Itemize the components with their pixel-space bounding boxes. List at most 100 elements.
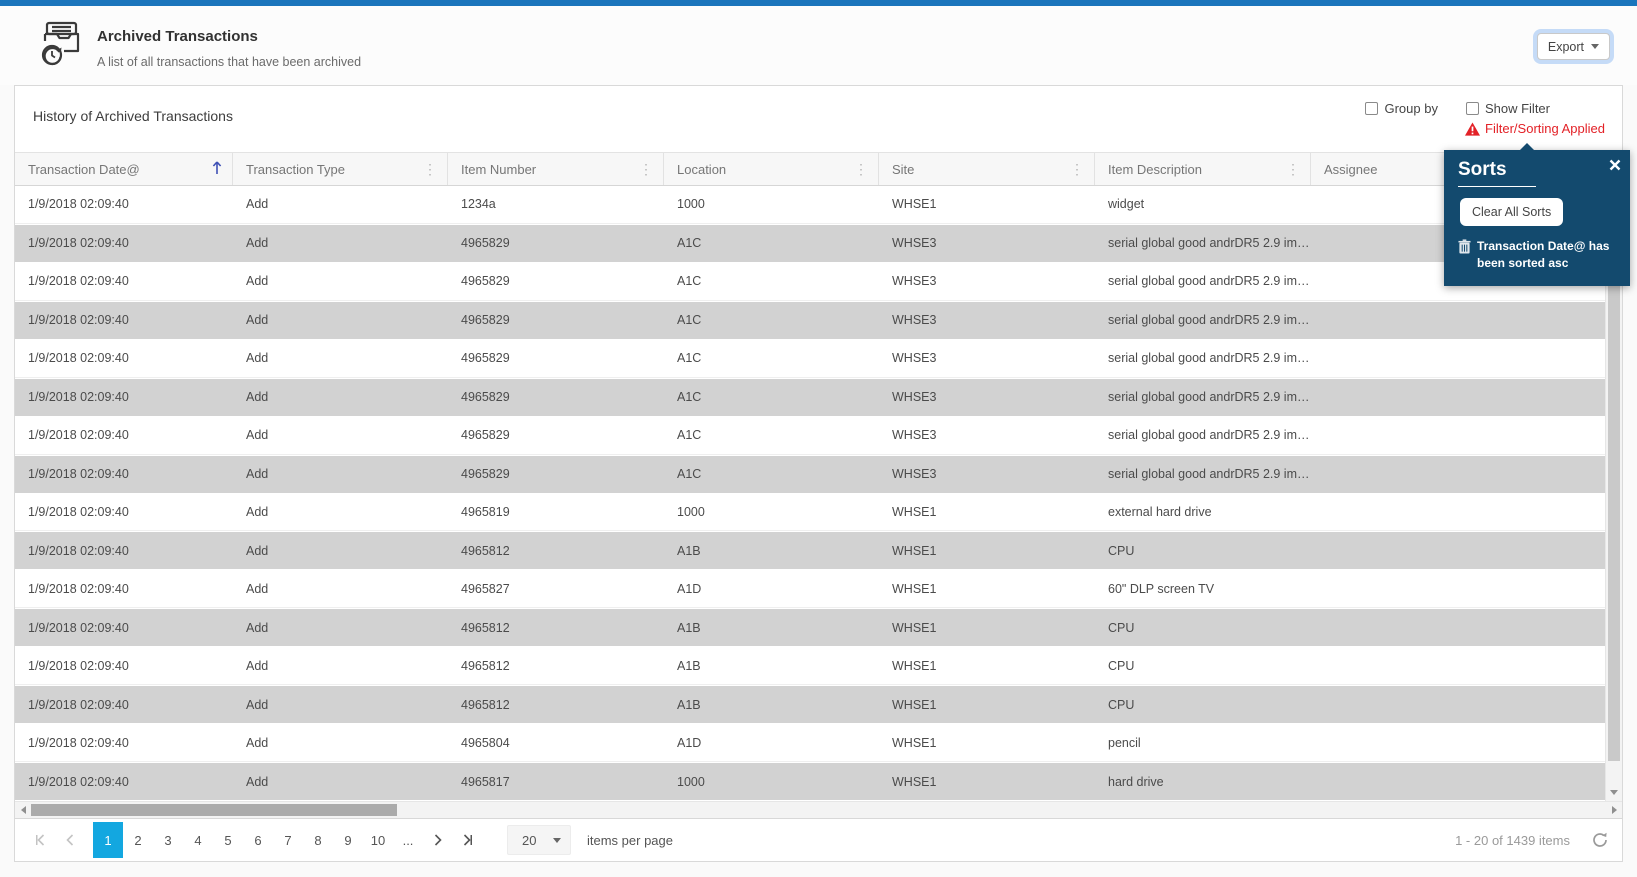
table-row[interactable]: 1/9/2018 02:09:40 Add 4965829 A1C WHSE3 seria… (15, 300, 1605, 340)
group-by-checkbox[interactable] (1365, 102, 1379, 115)
pager-page-5[interactable]: 5 (213, 822, 243, 858)
column-menu-icon[interactable]: ⋮ (1286, 161, 1300, 178)
panel-title: History of Archived Transactions (33, 108, 233, 124)
table-cell: A1B (677, 697, 701, 712)
trash-icon[interactable] (1458, 239, 1471, 273)
table-cell: Add (246, 236, 269, 251)
column-header-site[interactable]: Site ⋮ (879, 153, 1095, 185)
horizontal-scrollbar[interactable] (15, 801, 1622, 818)
sorts-popup: Sorts Clear All Sorts Transaction Date@ … (1444, 143, 1630, 286)
table-row[interactable]: 1/9/2018 02:09:40 Add 4965812 A1B WHSE1 CPU (15, 531, 1605, 571)
table-cell: Add (246, 504, 269, 519)
table-cell: WHSE1 (892, 197, 937, 212)
history-panel: History of Archived Transactions Transac… (14, 85, 1623, 862)
table-cell: 1/9/2018 02:09:40 (28, 504, 129, 519)
table-row[interactable]: 1/9/2018 02:09:40 Add 4965819 1000 WHSE1 exte… (15, 493, 1605, 532)
column-label: Assignee (1324, 161, 1378, 177)
table-cell: WHSE3 (892, 274, 937, 289)
page-size-value: 20 (522, 832, 537, 848)
pager-summary: 1 - 20 of 1439 items (1455, 832, 1570, 848)
sort-rule-item: Transaction Date@ has been sorted asc (1458, 238, 1618, 273)
scroll-down-button[interactable] (1606, 784, 1622, 801)
table-cell: Add (246, 428, 269, 443)
scroll-left-button[interactable] (15, 802, 31, 818)
table-row[interactable]: 1/9/2018 02:09:40 Add 4965829 A1C WHSE3 seria… (15, 416, 1605, 455)
next-page-button[interactable] (427, 822, 449, 858)
column-header-item-description[interactable]: Item Description ⋮ (1095, 153, 1311, 185)
table-row[interactable]: 1/9/2018 02:09:40 Add 4965829 A1C WHSE3 seria… (15, 454, 1605, 494)
table-cell: 60" DLP screen TV (1108, 581, 1215, 596)
page-subtitle: A list of all transactions that have bee… (97, 55, 362, 69)
pager-page-1[interactable]: 1 (93, 822, 123, 858)
table-cell: 1/9/2018 02:09:40 (28, 428, 129, 443)
column-header-location[interactable]: Location ⋮ (664, 153, 879, 185)
show-filter-checkbox[interactable] (1465, 102, 1479, 115)
table-row[interactable]: 1/9/2018 02:09:40 Add 4965829 A1C WHSE3 seria… (15, 223, 1605, 263)
last-page-button[interactable] (457, 822, 479, 858)
table-row[interactable]: 1/9/2018 02:09:40 Add 4965817 1000 WHSE1 hard… (15, 762, 1605, 801)
table-cell: 1/9/2018 02:09:40 (28, 236, 129, 251)
column-header-transaction-date[interactable]: Transaction Date@ (15, 153, 233, 185)
table-cell: 1/9/2018 02:09:40 (28, 390, 129, 405)
table-cell: 1000 (677, 197, 705, 212)
table-cell: CPU (1108, 543, 1135, 558)
column-label: Item Number (461, 161, 537, 177)
table-row[interactable]: 1/9/2018 02:09:40 Add 4965829 A1C WHSE3 seria… (15, 339, 1605, 378)
pager-page-2[interactable]: 2 (123, 822, 153, 858)
table-row[interactable]: 1/9/2018 02:09:40 Add 4965804 A1D WHSE1 penci… (15, 724, 1605, 763)
table-cell: Add (246, 620, 269, 635)
table-row[interactable]: 1/9/2018 02:09:40 Add 4965827 A1D WHSE1 60" D… (15, 570, 1605, 609)
table-row[interactable]: 1/9/2018 02:09:40 Add 4965829 A1C WHSE3 seria… (15, 262, 1605, 301)
column-label: Site (892, 161, 915, 177)
chevron-down-icon (1591, 44, 1599, 49)
scroll-right-button[interactable] (1606, 802, 1622, 818)
column-header-transaction-type[interactable]: Transaction Type ⋮ (233, 153, 448, 185)
table-row[interactable]: 1/9/2018 02:09:40 Add 4965829 A1C WHSE3 seria… (15, 377, 1605, 417)
column-menu-icon[interactable]: ⋮ (1070, 161, 1084, 178)
table-cell: 4965812 (461, 697, 510, 712)
table-cell: 1/9/2018 02:09:40 (28, 467, 129, 482)
pager-page-10[interactable]: 10 (363, 822, 393, 858)
pager-page-6[interactable]: 6 (243, 822, 273, 858)
filter-sorting-warning[interactable]: Filter/Sorting Applied (1465, 121, 1605, 136)
table-cell: A1C (677, 351, 702, 366)
table-cell: A1B (677, 658, 701, 673)
refresh-icon[interactable] (1592, 832, 1608, 848)
table-cell: 4965827 (461, 581, 510, 596)
table-cell: A1C (677, 390, 702, 405)
close-icon[interactable] (1609, 159, 1621, 171)
table-cell: CPU (1108, 620, 1135, 635)
pager-page-3[interactable]: 3 (153, 822, 183, 858)
table-cell: serial global good andrDR5 2.9 imwasp... (1108, 390, 1311, 405)
table-row[interactable]: 1/9/2018 02:09:40 Add 4965812 A1B WHSE1 CPU (15, 685, 1605, 725)
pager-page-7[interactable]: 7 (273, 822, 303, 858)
table-row[interactable]: 1/9/2018 02:09:40 Add 4965812 A1B WHSE1 CPU (15, 647, 1605, 686)
items-per-page-label: items per page (587, 832, 673, 848)
column-header-item-number[interactable]: Item Number ⋮ (448, 153, 664, 185)
table-row[interactable]: 1/9/2018 02:09:40 Add 4965812 A1B WHSE1 CPU (15, 608, 1605, 648)
table-row[interactable]: 1/9/2018 02:09:40 Add 1234a 1000 WHSE1 widget (15, 186, 1605, 224)
group-by-control: Group by (1365, 101, 1438, 116)
first-page-button[interactable] (29, 822, 51, 858)
export-button[interactable]: Export (1536, 33, 1610, 60)
page-size-select[interactable]: 20 (507, 825, 571, 855)
table-cell: A1D (677, 581, 702, 596)
pager-page-...[interactable]: ... (393, 822, 423, 858)
table-cell: 4965829 (461, 428, 510, 443)
table-cell: WHSE1 (892, 697, 937, 712)
pager-page-4[interactable]: 4 (183, 822, 213, 858)
pager-page-9[interactable]: 9 (333, 822, 363, 858)
table-cell: 1000 (677, 774, 705, 789)
table-cell: 1/9/2018 02:09:40 (28, 543, 129, 558)
column-menu-icon[interactable]: ⋮ (854, 161, 868, 178)
table-cell: 4965829 (461, 274, 510, 289)
horizontal-scrollbar-thumb[interactable] (31, 804, 397, 816)
column-menu-icon[interactable]: ⋮ (639, 161, 653, 178)
table-cell: A1C (677, 467, 702, 482)
table-cell: Add (246, 735, 269, 750)
clear-all-sorts-button[interactable]: Clear All Sorts (1460, 198, 1564, 226)
previous-page-button[interactable] (59, 822, 81, 858)
pager-page-8[interactable]: 8 (303, 822, 333, 858)
table-cell: 4965829 (461, 236, 510, 251)
column-menu-icon[interactable]: ⋮ (423, 161, 437, 178)
